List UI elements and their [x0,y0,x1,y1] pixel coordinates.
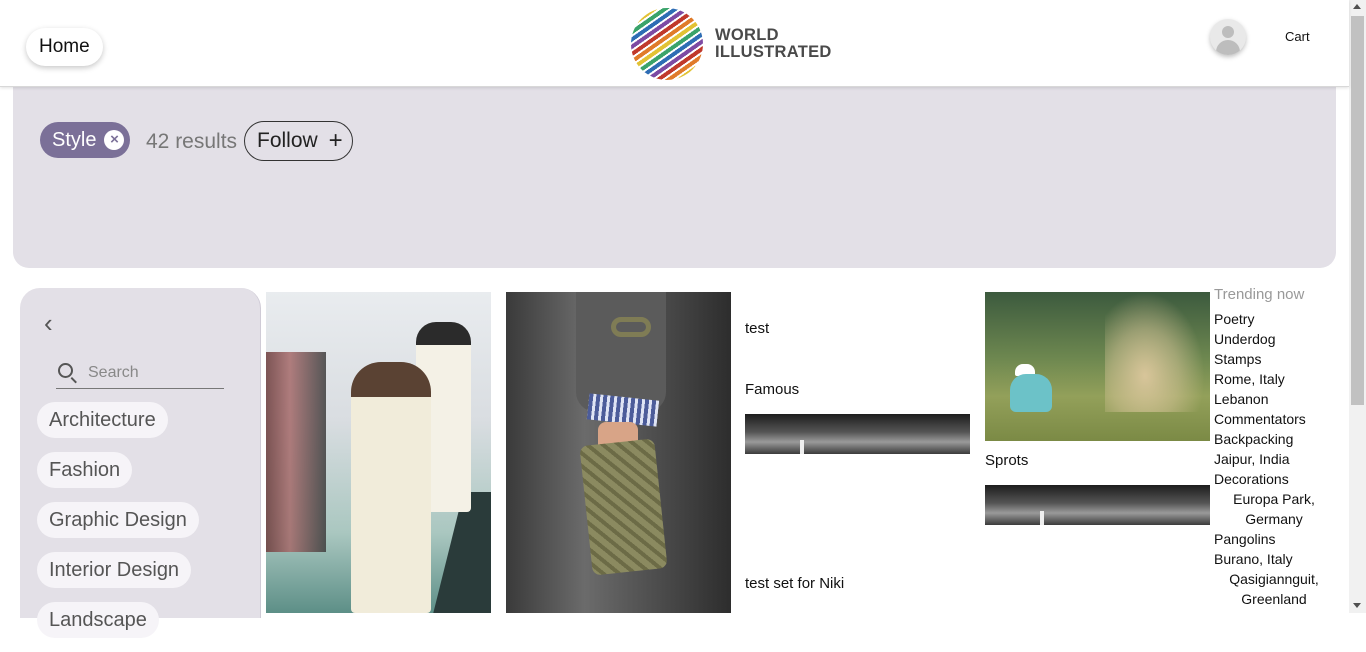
card-title[interactable]: Sprots [985,452,1028,469]
top-navigation-bar: Home WORLD ILLUSTRATED Cart [0,0,1349,87]
bag-strap-shape [611,317,651,337]
search-field[interactable] [56,359,224,389]
golf-photo-card[interactable] [985,292,1210,441]
plus-icon: + [328,127,343,154]
trending-item[interactable]: Jaipur, India [1214,449,1334,469]
category-list: Architecture Fashion Graphic Design Inte… [37,402,199,652]
card-title[interactable]: Famous [745,381,799,398]
avatar-body [1216,40,1240,55]
sand-spray-shape [1105,292,1205,412]
avatar-head [1222,26,1234,38]
results-count: 42 results [146,130,238,153]
follow-label: Follow [257,129,318,152]
trending-item[interactable]: Qasigiannguit, Greenland [1214,569,1334,609]
scroll-up-arrow-icon[interactable] [1353,4,1361,9]
follow-button[interactable]: Follow + [244,121,353,161]
home-button[interactable]: Home [26,28,103,66]
trending-item[interactable]: Rome, Italy [1214,369,1334,389]
chevron-left-icon[interactable]: ‹ [44,310,53,336]
trending-panel: Trending now Poetry Underdog Stamps Rome… [1214,286,1334,609]
player-shape [1010,374,1052,412]
category-chip[interactable]: Graphic Design [37,502,199,538]
trending-item[interactable]: Commentators [1214,409,1334,429]
active-tag-chip[interactable]: Style × [40,122,131,158]
category-chip[interactable]: Landscape [37,602,159,638]
logo-globe-icon [631,8,703,80]
trending-item[interactable]: Lebanon [1214,389,1334,409]
cart-link[interactable]: Cart [1285,29,1310,44]
logo-line-2: ILLUSTRATED [715,43,832,61]
trending-item[interactable]: Decorations [1214,469,1334,489]
card-title[interactable]: test [745,320,769,337]
trending-item[interactable]: Pangolins [1214,529,1334,549]
user-avatar-icon[interactable] [1210,19,1246,55]
trending-item[interactable]: Backpacking [1214,429,1334,449]
trending-title: Trending now [1214,286,1305,303]
trending-item[interactable]: Burano, Italy [1214,549,1334,569]
logo-line-1: WORLD [715,26,779,44]
monochrome-photo-card[interactable] [985,485,1210,525]
card-title[interactable]: test set for Niki [745,575,844,592]
category-chip[interactable]: Interior Design [37,552,192,588]
category-sidebar: ‹ Architecture Fashion Graphic Design In… [20,288,261,638]
search-icon [58,363,73,378]
site-logo[interactable]: WORLD ILLUSTRATED [631,8,831,80]
model-figure-front [351,362,431,613]
category-chip[interactable]: Fashion [37,452,133,488]
scroll-down-arrow-icon[interactable] [1353,603,1361,608]
tag-label: Style [52,129,97,151]
monochrome-photo-card[interactable] [745,414,970,454]
category-chip[interactable]: Architecture [37,402,168,438]
scrollbar-thumb[interactable] [1351,16,1364,405]
trending-item[interactable]: Stamps [1214,349,1334,369]
trending-item[interactable]: Underdog [1214,329,1334,349]
search-input[interactable] [88,361,218,385]
audience-shape [266,352,326,552]
trending-item[interactable]: Europa Park, Germany [1214,489,1334,529]
handbag-photo-card[interactable] [506,292,731,613]
runway-photo-card[interactable] [266,292,491,613]
logo-wordmark: WORLD ILLUSTRATED [715,27,832,61]
trending-item[interactable]: Poetry [1214,309,1334,329]
close-circle-icon[interactable]: × [104,130,125,150]
handbag-shape [579,438,668,576]
tag-header-panel [13,87,1336,268]
